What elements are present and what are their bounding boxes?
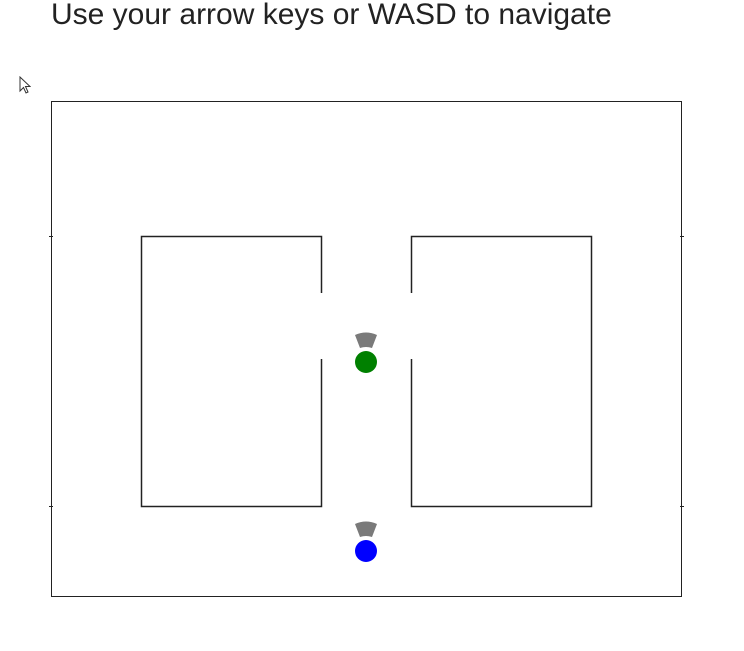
blue-agent: [355, 521, 377, 562]
left-room-wall: [140, 235, 323, 508]
blue-agent-body: [355, 540, 377, 562]
sensor-cone-icon: [355, 521, 377, 537]
sensor-cone-icon: [355, 332, 377, 348]
green-agent-body: [355, 351, 377, 373]
green-agent: [355, 332, 377, 373]
game-arena[interactable]: [0, 0, 744, 651]
right-room-wall: [410, 235, 593, 508]
